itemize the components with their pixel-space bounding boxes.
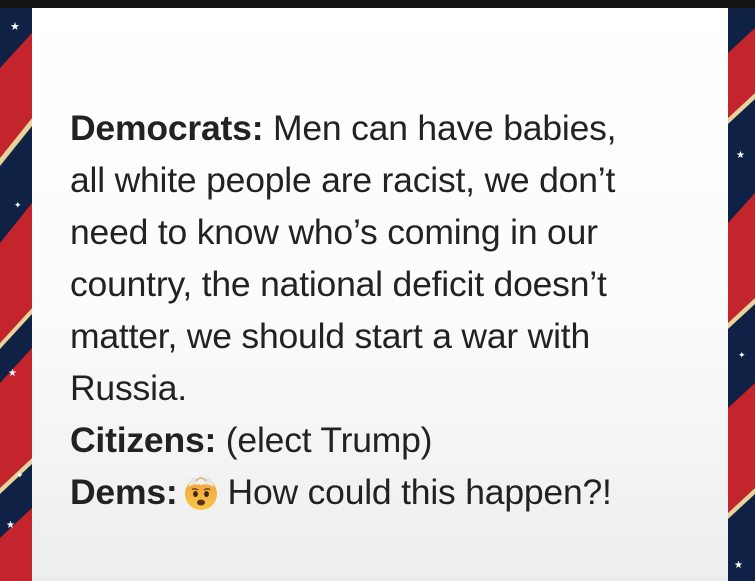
svg-text:★: ★ xyxy=(734,560,743,571)
post-line-4: country, the national deficit doesn’t xyxy=(70,264,607,304)
citizens-statement: (elect Trump) xyxy=(216,420,433,460)
post-line-6: Russia. xyxy=(70,368,187,408)
post-text: Democrats: Men can have babies, all whit… xyxy=(70,102,728,518)
post-line-1: Democrats: Men can have babies, xyxy=(70,102,728,154)
svg-text:✦: ✦ xyxy=(16,471,24,481)
svg-text:✦: ✦ xyxy=(738,351,746,361)
speaker-dems: Dems: xyxy=(70,472,178,512)
dems-statement: How could this happen?! xyxy=(227,472,612,512)
right-decorative-border: ★ ✦ ★ xyxy=(728,8,755,581)
post-line-7: Citizens: (elect Trump) xyxy=(70,414,728,466)
top-bar xyxy=(0,0,755,8)
exploding-head-emoji-icon xyxy=(184,475,217,510)
svg-text:★: ★ xyxy=(10,20,20,33)
svg-text:★: ★ xyxy=(736,150,745,161)
post-line-8: Dems: How could this happen?! xyxy=(70,466,728,518)
speaker-citizens: Citizens: xyxy=(70,420,217,460)
left-decorative-border: ★ ✦ ★ ✦ ★ xyxy=(0,8,32,581)
democrats-statement: Men can have babies, xyxy=(263,108,617,148)
post-line-2: all white people are racist, we don’t xyxy=(70,160,616,200)
svg-text:★: ★ xyxy=(8,368,17,379)
post-line-3: need to know who’s coming in our xyxy=(70,212,598,252)
post-line-5: matter, we should start a war with xyxy=(70,316,590,356)
svg-text:✦: ✦ xyxy=(14,201,22,211)
speaker-democrats: Democrats: xyxy=(70,108,264,148)
svg-text:★: ★ xyxy=(6,520,15,531)
post-card: Democrats: Men can have babies, all whit… xyxy=(32,8,728,581)
